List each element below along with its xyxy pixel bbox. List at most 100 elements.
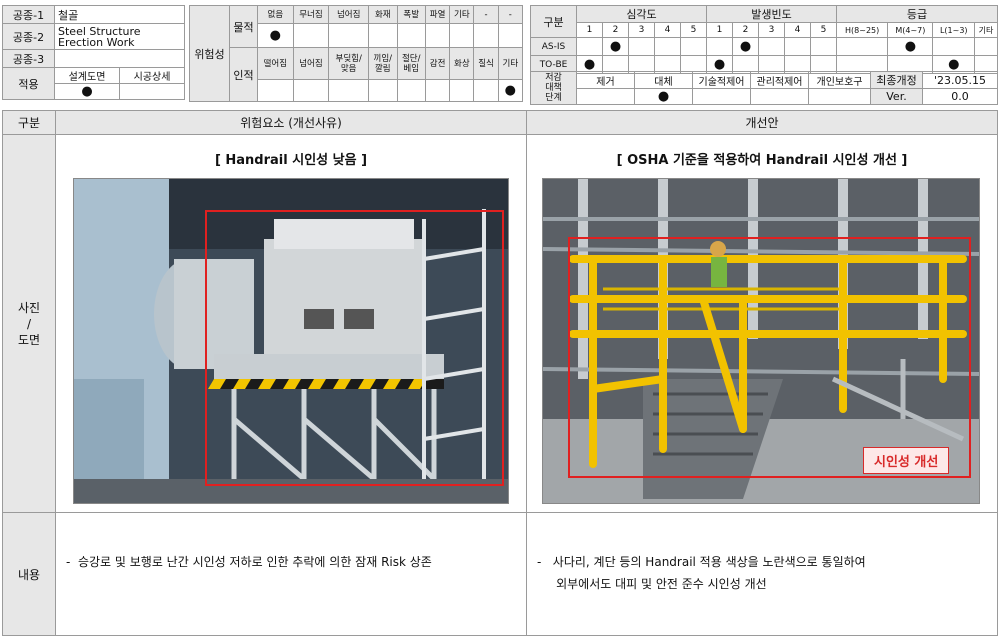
asis-severity-mark	[654, 37, 681, 56]
grade-label: 등급	[836, 5, 998, 23]
work-type-3-label: 공종-3	[2, 49, 55, 68]
assessment-table: 구분 심각도 발생빈도 등급 1 2 3 4 5 1 2 3 4 5 H(8~2…	[530, 5, 998, 74]
severity-num: 2	[602, 22, 629, 38]
asis-grade-mark	[974, 37, 998, 56]
risk-material-mark	[368, 23, 398, 48]
asis-severity-mark	[680, 37, 707, 56]
frequency-num: 3	[758, 22, 785, 38]
risk-material-mark	[449, 23, 475, 48]
risk-human-mark	[292, 79, 330, 102]
asis-frequency-mark	[810, 37, 837, 56]
risk-material-mark	[497, 23, 524, 48]
asis-grade-mark: ●	[887, 37, 934, 56]
risk-human-item: 넘어짐	[292, 47, 330, 80]
reduction-mark	[750, 88, 809, 105]
risk-material-mark	[424, 23, 451, 48]
dot-mark: ●	[504, 83, 516, 98]
left-column-header: 위험요소 (개선사유)	[55, 110, 527, 135]
dot-mark: ●	[583, 57, 596, 72]
frequency-num: 4	[784, 22, 811, 38]
risk-human-mark	[368, 79, 398, 102]
risk-human-mark	[328, 79, 370, 102]
risk-human-mark	[257, 79, 294, 102]
risk-material-item: 없음	[257, 5, 294, 24]
asis-grade-mark	[932, 37, 976, 56]
reduction-item: 대체	[634, 71, 693, 89]
asis-frequency-mark	[758, 37, 785, 56]
risk-human-mark: ●	[497, 79, 524, 102]
risk-human-item: 떨어짐	[257, 47, 294, 80]
right-photo-caption: [ OSHA 기준을 적용하여 Handrail 시인성 개선 ]	[616, 153, 908, 168]
risk-material-mark: ●	[257, 23, 294, 48]
dot-mark: ●	[739, 39, 752, 54]
ver-value: 0.0	[922, 88, 998, 105]
apply-drawing-mark: ●	[54, 83, 120, 100]
risk-human-mark	[473, 79, 499, 102]
risk-material-mark	[292, 23, 330, 48]
reduction-item: 기술적제어	[692, 71, 751, 89]
risk-material-item: 기타	[449, 5, 475, 24]
dot-mark: ●	[713, 57, 726, 72]
risk-material-item: -	[473, 5, 499, 24]
left-content-cell: - 승강로 및 보행로 난간 시인성 저하로 인한 추락에 의한 잠재 Risk…	[55, 512, 527, 636]
risk-material-item: 화재	[368, 5, 398, 24]
right-photo: 시인성 개선	[542, 178, 980, 504]
apply-detail-label: 시공상세	[119, 67, 185, 84]
reduction-table: 저감 대책 단계 제거 대체 기술적제어 관리적제어 개인보호구 최종개정 '2…	[530, 71, 998, 105]
grade-level: 기타	[974, 22, 998, 38]
work-type-2-label: 공종-2	[2, 23, 55, 50]
right-highlight-box	[568, 237, 971, 478]
dot-mark: ●	[609, 39, 622, 54]
right-content-cell: - 사다리, 계단 등의 Handrail 적용 색상을 노란색으로 통일하여 …	[526, 512, 998, 636]
grade-level: M(4~7)	[887, 22, 934, 38]
risk-material-mark	[396, 23, 426, 48]
right-content-text: - 사다리, 계단 등의 Handrail 적용 색상을 노란색으로 통일하여 …	[537, 555, 866, 591]
risk-human-item: 끼임/ 깔림	[368, 47, 398, 80]
risk-human-mark	[424, 79, 451, 102]
grade-level: L(1~3)	[932, 22, 976, 38]
improvement-badge: 시인성 개선	[863, 447, 950, 474]
dot-mark: ●	[948, 57, 960, 72]
photo-row-label-text: 사진 / 도면	[17, 300, 41, 347]
risk-human-item: 기타	[497, 47, 524, 80]
severity-num: 4	[654, 22, 681, 38]
work-type-3-value	[54, 49, 185, 68]
dot-mark: ●	[904, 39, 917, 54]
right-photo-cell: [ OSHA 기준을 적용하여 Handrail 시인성 개선 ] 시인성 개선	[526, 134, 998, 513]
risk-human-item: 절단/ 베임	[396, 47, 426, 80]
asis-severity-mark	[628, 37, 655, 56]
risk-material-item: 파열	[424, 5, 451, 24]
left-content-text: - 승강로 및 보행로 난간 시인성 저하로 인한 추락에 의한 잠재 Risk…	[66, 555, 432, 569]
risk-human-label: 인적	[229, 47, 258, 102]
work-type-2-value: Steel Structure Erection Work	[54, 23, 185, 50]
asis-grade-mark	[835, 37, 889, 56]
asis-severity-mark: ●	[602, 37, 629, 56]
frequency-num: 1	[706, 22, 733, 38]
risk-material-mark	[328, 23, 370, 48]
assessment-section-label: 구분	[530, 5, 577, 38]
risk-human-mark	[396, 79, 426, 102]
reduction-mark: ●	[634, 88, 693, 105]
work-type-table: 공종-1 철골 공종-2 Steel Structure Erection Wo…	[2, 5, 185, 100]
reduction-item: 개인보호구	[808, 71, 871, 89]
work-type-1-value: 철골	[54, 5, 185, 24]
asis-frequency-mark: ●	[732, 37, 759, 56]
risk-human-item: 부딪힘/ 맞음	[328, 47, 370, 80]
risk-human-item: 화상	[449, 47, 475, 80]
risk-material-item: 폭발	[396, 5, 426, 24]
main-table: 구분 위험요소 (개선사유) 개선안 사진 / 도면 [ Handrail 시인…	[2, 110, 998, 636]
severity-num: 3	[628, 22, 655, 38]
risk-material-item: 넘어짐	[328, 5, 370, 24]
apply-drawing-label: 설계도면	[54, 67, 120, 84]
apply-detail-mark	[119, 83, 185, 100]
main-section-label: 구분	[2, 110, 56, 135]
risk-human-item: 감전	[424, 47, 451, 80]
risk-material-item: 무너짐	[292, 5, 330, 24]
grade-level: H(8~25)	[835, 22, 889, 38]
dot-mark: ●	[81, 84, 93, 99]
reduction-mark	[808, 88, 871, 105]
severity-label: 심각도	[576, 5, 707, 23]
left-photo-cell: [ Handrail 시인성 낮음 ]	[55, 134, 527, 513]
risk-material-label: 물적	[229, 5, 258, 48]
left-photo-caption: [ Handrail 시인성 낮음 ]	[214, 153, 368, 168]
